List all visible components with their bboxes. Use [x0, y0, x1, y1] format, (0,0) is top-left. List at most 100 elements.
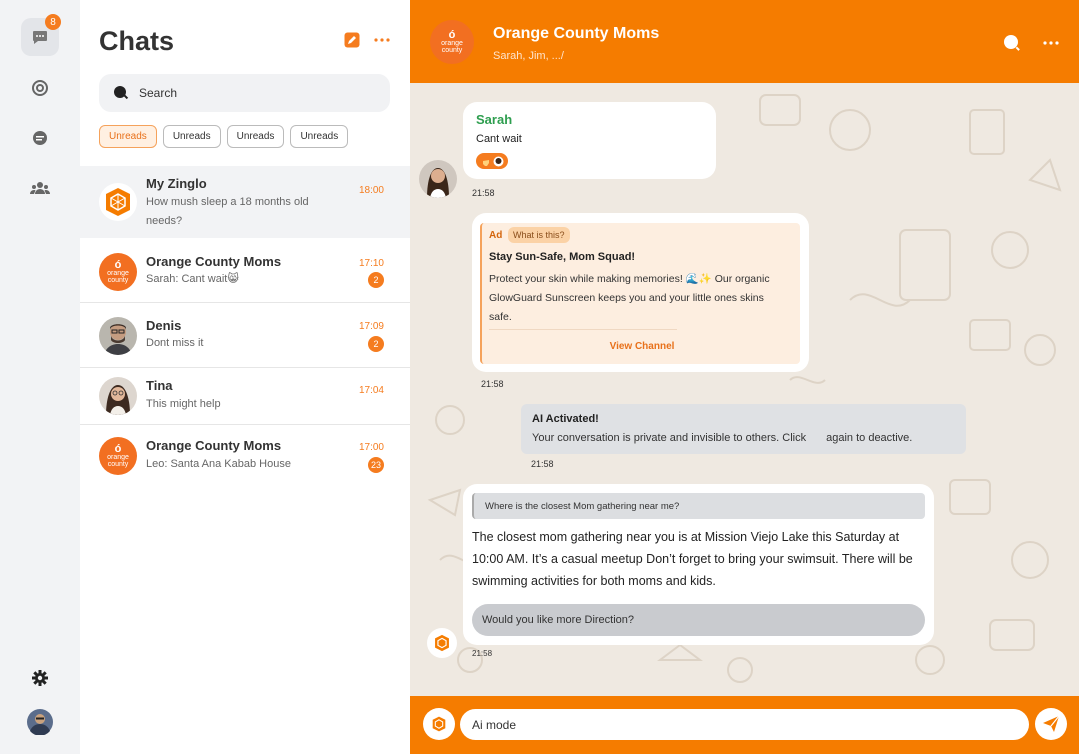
chats-badge: 8	[45, 14, 61, 30]
left-rail: 8	[0, 0, 80, 754]
followup-suggestion-button[interactable]: Would you like more Direction?	[472, 604, 925, 636]
filter-chip[interactable]: Unreads	[162, 125, 221, 148]
filter-chip[interactable]: Unreads	[226, 125, 285, 148]
message-bubble: Sarah Cant wait	[463, 102, 716, 179]
chat-list-item[interactable]: ó orange county Orange County Moms Sarah…	[80, 240, 410, 302]
ai-answer-text: The closest mom gathering near you is at…	[472, 530, 913, 588]
community-icon	[30, 182, 50, 194]
more-options-icon[interactable]	[1043, 41, 1059, 45]
notice-text: Your conversation is private and invisib…	[532, 432, 912, 444]
chat-time: 17:09	[358, 321, 384, 332]
unread-count-badge: 2	[368, 272, 384, 288]
send-button[interactable]	[1035, 708, 1067, 740]
logo-line: orange	[107, 270, 129, 277]
chat-name: My Zinglo	[146, 176, 207, 191]
logo-line: county	[441, 47, 463, 54]
chat-list-item[interactable]: Denis Dont miss it 17:09 2	[80, 303, 410, 367]
quoted-question: Where is the closest Mom gathering near …	[472, 493, 925, 519]
search-icon[interactable]	[1003, 34, 1021, 52]
message-time: 21:58	[472, 188, 495, 198]
conversation-pane: ó orange county Orange County Moms Sarah…	[410, 0, 1079, 754]
chat-name: Orange County Moms	[146, 438, 282, 453]
profile-avatar[interactable]	[21, 703, 59, 741]
community-nav-button[interactable]	[21, 169, 59, 207]
message-time: 21:58	[472, 649, 493, 658]
chat-preview: Sarah: Cant wait😸	[146, 273, 239, 285]
tina-avatar	[99, 377, 137, 415]
reaction-badge[interactable]	[476, 153, 508, 169]
zinglo-logo-icon	[106, 188, 130, 216]
ad-bubble: Ad What is this? Stay Sun-Safe, Mom Squa…	[472, 213, 809, 372]
logo-mark: ó	[114, 259, 122, 271]
denis-avatar	[99, 317, 137, 355]
conversation-header: ó orange county Orange County Moms Sarah…	[410, 0, 1079, 83]
new-chat-icon[interactable]	[344, 32, 360, 48]
ai-mode-button[interactable]	[423, 708, 455, 740]
message-input[interactable]: Ai mode	[460, 709, 1029, 740]
message-time: 21:58	[531, 459, 554, 469]
chat-preview: This might help	[146, 398, 221, 410]
chat-time: 18:00	[358, 185, 384, 196]
logo-line: county	[107, 277, 129, 284]
hand-emoji-icon	[482, 159, 489, 166]
chat-list-item[interactable]: Tina This might help 17:04	[80, 368, 410, 424]
view-channel-button[interactable]: View Channel	[482, 341, 802, 352]
what-is-this-link[interactable]: What is this?	[508, 227, 570, 243]
chat-list-item[interactable]: ó orange county Orange County Moms Leo: …	[80, 425, 410, 489]
logo-line: county	[107, 461, 129, 468]
chat-bubble-icon	[33, 31, 47, 44]
notice-text-before: Your conversation is private and invisib…	[532, 432, 807, 444]
send-icon	[1043, 715, 1060, 732]
conversation-title[interactable]: Orange County Moms	[493, 25, 659, 43]
chat-preview: Leo: Santa Ana Kabab House	[146, 458, 291, 470]
avatar	[419, 160, 457, 198]
zinglo-logo-icon	[435, 634, 449, 652]
conversation-members: Sarah, Jim, .../	[493, 50, 564, 62]
ai-reply-bubble: Where is the closest Mom gathering near …	[463, 484, 934, 645]
filter-chips: Unreads Unreads Unreads Unreads	[99, 125, 349, 148]
avatar	[99, 317, 137, 355]
chat-preview: How mush sleep a 18 months old needs?	[146, 196, 309, 227]
status-nav-button[interactable]	[21, 69, 59, 107]
chat-list-item[interactable]: My Zinglo How mush sleep a 18 months old…	[80, 166, 410, 238]
settings-icon	[32, 670, 48, 686]
chats-nav-button[interactable]: 8	[21, 14, 61, 56]
ai-avatar	[427, 628, 457, 658]
unread-count-badge: 23	[368, 457, 384, 473]
ad-card: Ad What is this? Stay Sun-Safe, Mom Squa…	[480, 223, 800, 364]
page-title: Chats	[99, 26, 175, 56]
settings-nav-button[interactable]	[21, 659, 59, 697]
message-sender: Sarah	[476, 112, 513, 127]
ai-activated-notice: AI Activated! Your conversation is priva…	[521, 404, 966, 454]
logo-line: orange	[441, 40, 463, 47]
reaction-avatar-icon	[493, 156, 503, 166]
notice-text-after: again to deactive.	[826, 432, 913, 444]
logo-mark: ó	[448, 29, 456, 41]
chat-list-panel: Chats Search Unreads Unreads Unreads Unr…	[80, 0, 410, 754]
unread-count-badge: 2	[368, 336, 384, 352]
zinglo-avatar	[99, 183, 137, 221]
message-composer: Ai mode	[410, 696, 1079, 754]
message-time: 21:58	[481, 379, 504, 389]
orange-county-avatar: ó orange county	[99, 253, 137, 291]
filter-chip-unreads[interactable]: Unreads	[99, 125, 157, 148]
notice-title: AI Activated!	[532, 413, 599, 425]
message-icon	[33, 131, 47, 145]
more-options-icon[interactable]	[374, 38, 390, 42]
chat-name: Orange County Moms	[146, 254, 282, 269]
logo-mark: ó	[114, 443, 122, 455]
chat-name: Tina	[146, 378, 173, 393]
messages-nav-button[interactable]	[21, 119, 59, 157]
sarah-avatar	[419, 160, 457, 198]
zinglo-logo-icon	[432, 716, 446, 732]
avatar	[99, 377, 137, 415]
search-placeholder: Search	[139, 86, 178, 100]
search-input[interactable]: Search	[99, 74, 390, 112]
search-icon	[114, 86, 129, 100]
logo-line: orange	[107, 454, 129, 461]
group-avatar[interactable]: ó orange county	[430, 20, 474, 64]
orange-county-avatar: ó orange county	[99, 437, 137, 475]
filter-chip[interactable]: Unreads	[290, 125, 349, 148]
ad-label: Ad	[489, 230, 503, 241]
ad-title: Stay Sun-Safe, Mom Squad!	[489, 251, 636, 263]
